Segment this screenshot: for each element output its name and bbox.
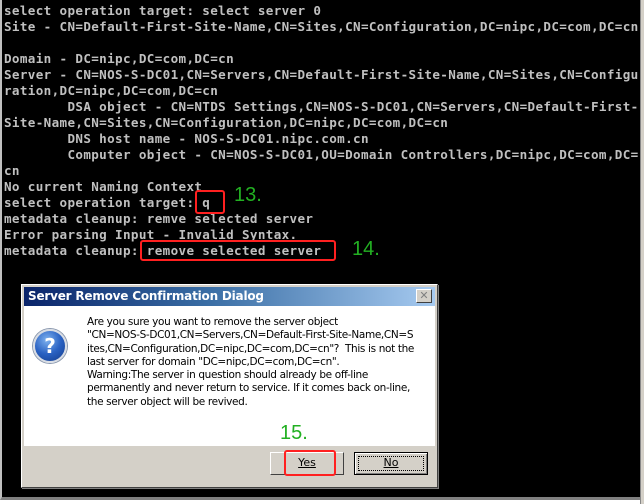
console-line: Server - CN=NOS-S-DC01,CN=Servers,CN=Def…	[4, 67, 639, 82]
message-line: Are you sure you want to remove the serv…	[87, 316, 338, 328]
console-line: metadata cleanup: remve selected server	[4, 211, 314, 226]
dialog-message: Are you sure you want to remove the serv…	[87, 316, 417, 409]
step-15-label: 15.	[280, 422, 308, 444]
console-line: DSA object - CN=NTDS Settings,CN=NOS-S-D…	[4, 99, 639, 114]
step-13-label: 13.	[234, 184, 262, 206]
console-line: No current Naming Context	[4, 179, 203, 194]
console-line: select operation target: q	[4, 195, 211, 210]
highlight-yes-button	[284, 450, 336, 476]
step-14-label: 14.	[352, 238, 380, 260]
message-line: the server object will be revived.	[87, 395, 248, 408]
console-line: cn	[4, 163, 20, 178]
console-line: Computer object - CN=NOS-S-DC01,OU=Domai…	[4, 147, 639, 162]
no-button[interactable]: No	[354, 452, 428, 475]
question-icon: ?	[33, 329, 67, 363]
console-window-border	[640, 0, 644, 504]
no-button-label: No	[383, 456, 399, 469]
dialog-titlebar[interactable]: Server Remove Confirmation Dialog ✕	[24, 287, 435, 306]
highlight-q-input	[195, 190, 225, 214]
console-line: select operation target: select server 0	[4, 3, 322, 18]
console-line: Site - CN=Default-First-Site-Name,CN=Sit…	[4, 19, 639, 34]
console-line: DNS host name - NOS-S-DC01.nipc.com.cn	[4, 131, 369, 146]
console-line: ration,DC=nipc,DC=com,DC=cn	[4, 83, 219, 98]
message-line: "CN=NOS-S-DC01,CN=Servers,CN=Default-Fir…	[87, 329, 414, 342]
message-line: permanently and never return to service.…	[87, 382, 410, 395]
console-line: Site-Name,CN=Sites,CN=Configuration,DC=n…	[4, 115, 449, 130]
close-button[interactable]: ✕	[416, 289, 432, 303]
highlight-remove-command	[140, 240, 336, 261]
server-remove-confirmation-dialog: Server Remove Confirmation Dialog ✕ ? Ar…	[21, 284, 438, 488]
close-icon: ✕	[419, 289, 429, 302]
message-line: Warning:The server in question should al…	[87, 369, 368, 382]
dialog-content: ? Are you sure you want to remove the se…	[24, 306, 435, 446]
dialog-title: Server Remove Confirmation Dialog	[28, 289, 264, 303]
console-line: Domain - DC=nipc,DC=com,DC=cn	[4, 51, 235, 66]
message-line: ites,CN=Configuration,DC=nipc,DC=com,DC=…	[87, 342, 415, 355]
message-line: last server for domain "DC=nipc,DC=com,D…	[87, 355, 340, 368]
